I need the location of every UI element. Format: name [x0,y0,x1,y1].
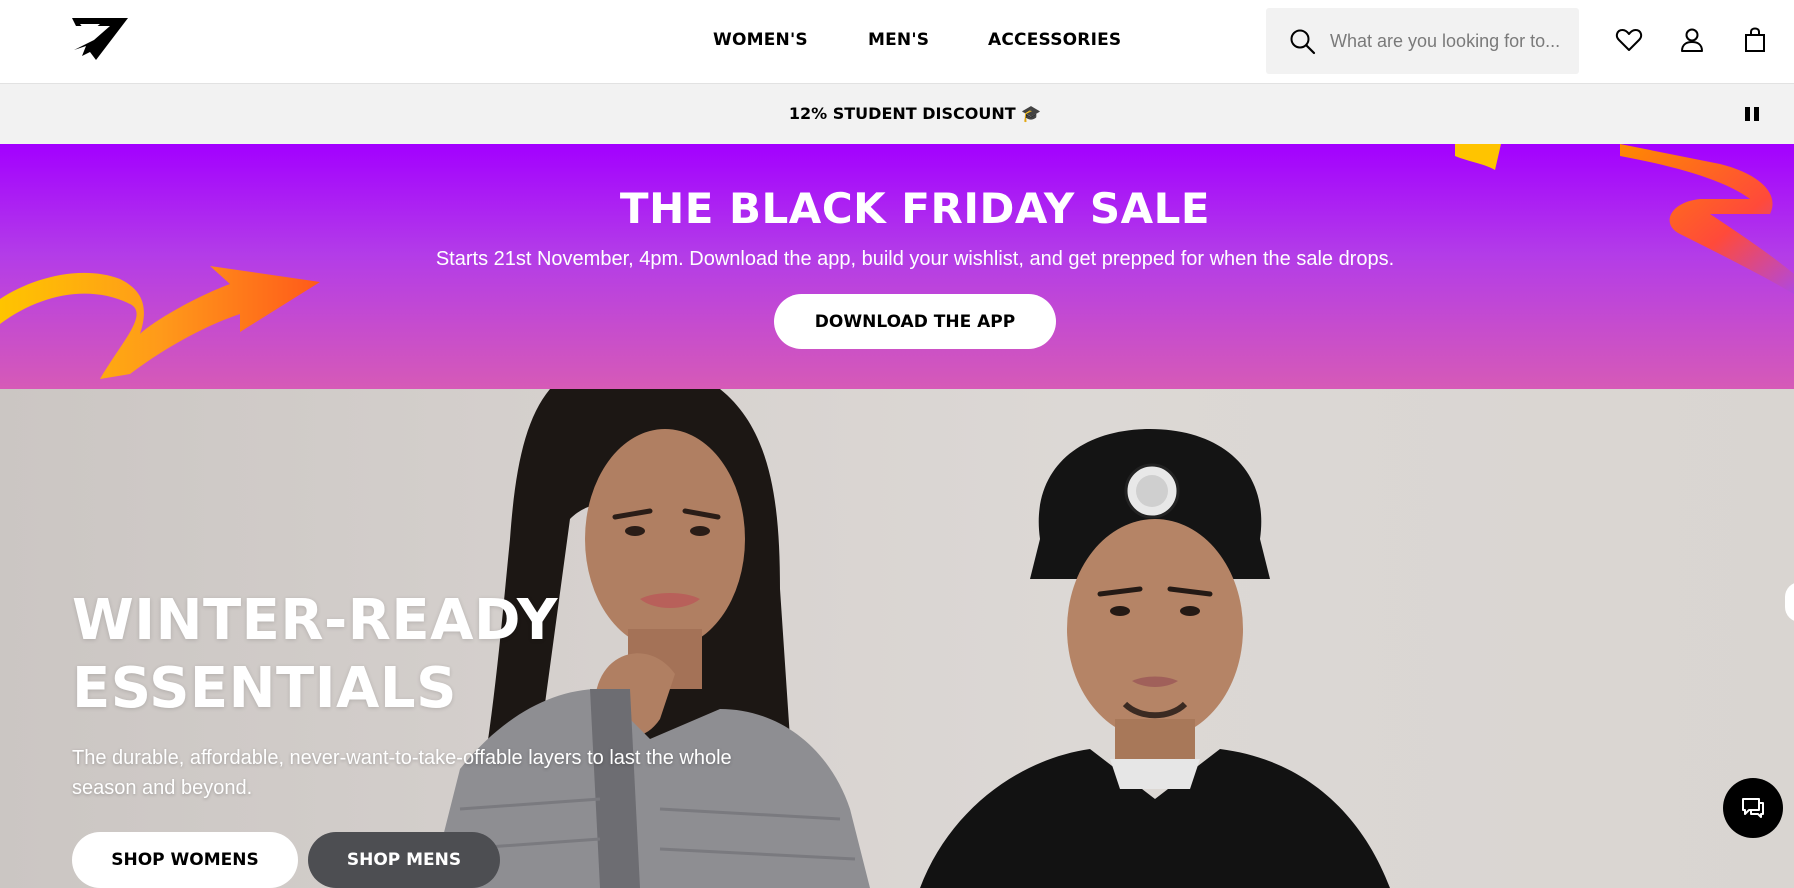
nav-mens[interactable]: MEN'S [868,30,929,50]
search-box[interactable] [1266,8,1579,74]
heart-icon[interactable] [1615,26,1643,54]
download-app-button[interactable]: DOWNLOAD THE APP [774,294,1056,349]
gymshark-logo[interactable] [70,16,130,62]
black-friday-banner: THE BLACK FRIDAY SALE Starts 21st Novemb… [0,144,1794,389]
student-discount-text[interactable]: 12% STUDENT DISCOUNT 🎓 [0,104,1794,123]
hero-image-man [920,429,1390,888]
nav-womens[interactable]: WOMEN'S [713,30,808,50]
search-icon[interactable] [1288,27,1316,55]
hero-banner: WINTER-READY ESSENTIALS The durable, aff… [0,389,1794,888]
site-header: WOMEN'S MEN'S ACCESSORIES [0,0,1794,84]
bag-icon[interactable] [1741,26,1769,54]
decorative-arrow [1455,144,1501,170]
hero-description: The durable, affordable, never-want-to-t… [72,747,732,799]
sale-title: THE BLACK FRIDAY SALE [619,184,1211,233]
pause-icon[interactable] [1744,105,1760,123]
nav-accessories[interactable]: ACCESSORIES [988,30,1121,50]
sale-subtitle: Starts 21st November, 4pm. Download the … [435,248,1395,270]
hero-title: WINTER-READY ESSENTIALS [72,587,558,723]
chat-icon [1742,798,1764,818]
shop-mens-button[interactable]: SHOP MENS [308,832,500,888]
chat-button[interactable] [1723,778,1783,838]
decorative-arrow [0,266,320,379]
carousel-next-tab[interactable] [1785,582,1794,622]
hero-title-line1: WINTER-READY [72,588,558,653]
hero-title-line2: ESSENTIALS [72,656,457,721]
promo-bar: 12% STUDENT DISCOUNT 🎓 [0,84,1794,144]
account-icon[interactable] [1678,26,1706,54]
search-input[interactable] [1330,30,1560,52]
shop-womens-button[interactable]: SHOP WOMENS [72,832,298,888]
